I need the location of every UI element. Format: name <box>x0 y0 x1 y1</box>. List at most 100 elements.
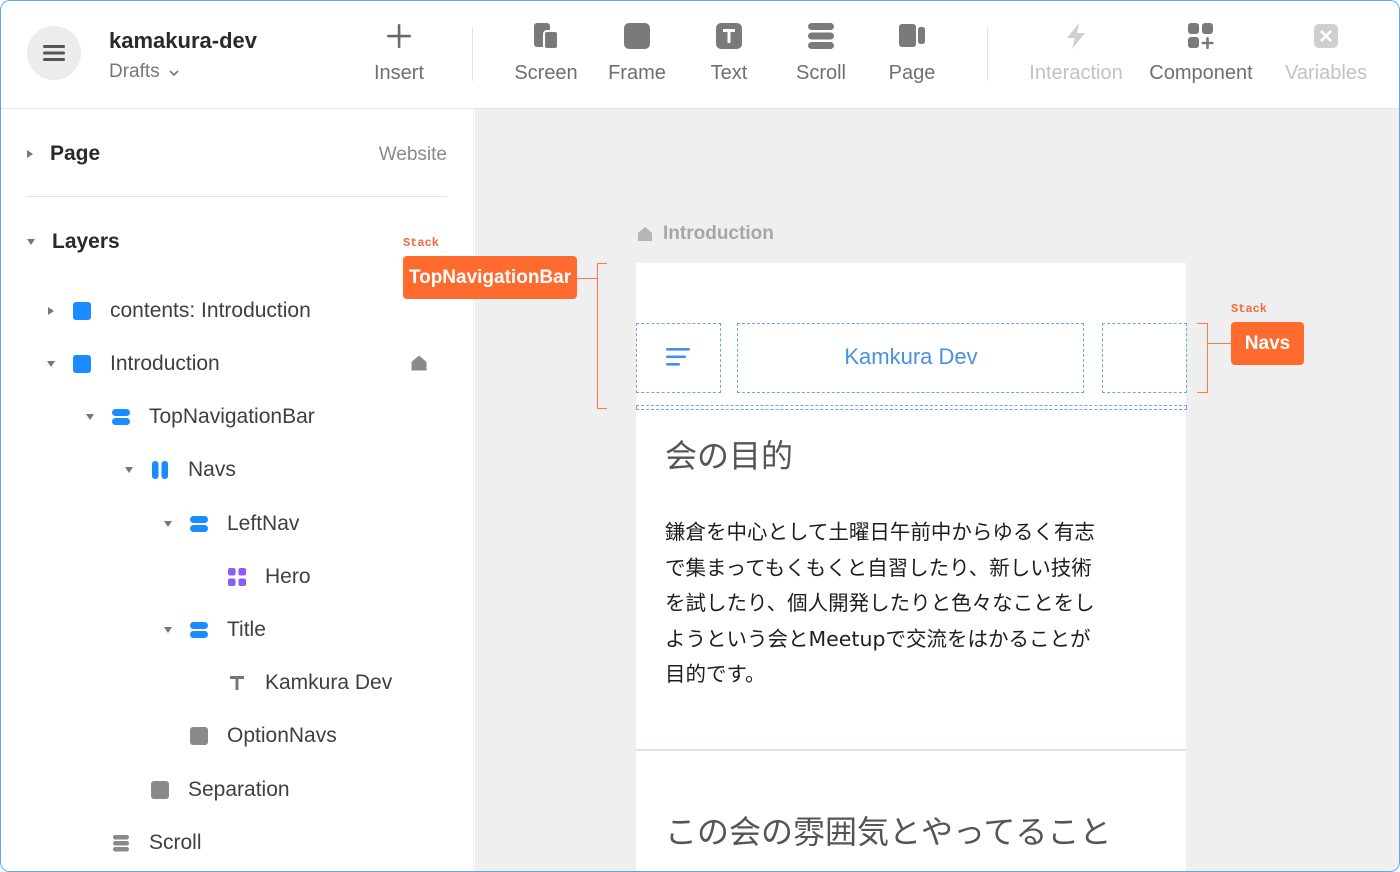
caret-down-icon <box>27 239 35 245</box>
home-icon <box>638 227 652 241</box>
navs-tag-type: Stack <box>1231 302 1268 316</box>
page-tool[interactable]: Page <box>881 15 943 95</box>
layers-section-header[interactable]: Layers <box>27 230 120 254</box>
layer-item-title[interactable]: Title <box>161 610 266 650</box>
scroll-label: Scroll <box>795 62 846 84</box>
variables-tool[interactable]: Variables <box>1280 15 1372 95</box>
screen-title-label: Introduction <box>663 223 774 244</box>
layer-item-kamkura-dev[interactable]: Kamkura Dev <box>199 663 392 703</box>
caret-down-icon <box>125 467 133 473</box>
layer-item-scroll[interactable]: Scroll <box>83 823 202 863</box>
frame-label: Frame <box>608 62 666 84</box>
section-heading-2: この会の雰囲気とやってること <box>665 813 1112 851</box>
project-name: kamakura-dev <box>109 28 257 53</box>
interaction-tool[interactable]: Interaction <box>1023 15 1129 95</box>
layer-item-introduction[interactable]: Introduction <box>44 344 220 384</box>
section-body: 鎌倉を中心として土曜日午前中からゆるく有志 で集まってもくもくと自習したり、新し… <box>665 515 1160 693</box>
layer-item-leftnav[interactable]: LeftNav <box>161 504 299 544</box>
body-line: 鎌倉を中心として土曜日午前中からゆるく有志 <box>665 520 1095 544</box>
sidebar-divider <box>27 196 447 197</box>
stack-icon <box>111 407 131 427</box>
component-label: Component <box>1149 62 1253 84</box>
frame-icon <box>72 354 92 374</box>
topnav-bracket-top <box>597 263 607 264</box>
text-tool[interactable]: Text <box>699 15 759 95</box>
insert-tool[interactable]: Insert <box>361 15 437 95</box>
layer-item-topnavigationbar[interactable]: TopNavigationBar <box>83 397 315 437</box>
body-line: ようという会とMeetupで交流をはかることが <box>665 626 1091 651</box>
separation-box[interactable] <box>636 405 1187 410</box>
columns-icon <box>150 460 170 480</box>
home-icon <box>411 355 427 371</box>
hamburger-icon[interactable] <box>666 347 690 367</box>
frame-tool[interactable]: Frame <box>601 15 673 95</box>
plus-icon <box>384 21 414 51</box>
stack-icon <box>189 620 209 640</box>
caret-down-icon <box>164 521 172 527</box>
navs-connector <box>1208 343 1231 344</box>
interaction-label: Interaction <box>1029 62 1123 84</box>
drafts-label: Drafts <box>109 61 160 82</box>
layer-item-contents-introduction[interactable]: contents: Introduction <box>44 291 311 331</box>
variables-label: Variables <box>1285 62 1367 84</box>
scroll-icon <box>111 833 131 853</box>
layer-item-optionnavs[interactable]: OptionNavs <box>161 716 337 756</box>
text-label: Text <box>710 62 748 84</box>
caret-right-icon <box>27 150 33 158</box>
navs-tag[interactable]: Navs <box>1231 322 1304 365</box>
toolbar-divider <box>987 27 988 81</box>
layer-item-navs[interactable]: Navs <box>122 450 236 490</box>
layer-label: contents: Introduction <box>110 299 311 322</box>
page-section-label: Page <box>50 142 101 165</box>
layer-label: Scroll <box>149 831 202 854</box>
text-icon <box>714 21 744 51</box>
section-heading: 会の目的 <box>665 437 794 475</box>
body-line: を試したり、個人開発したりと色々なことをし <box>665 591 1095 615</box>
bolt-icon <box>1061 21 1091 51</box>
body-line: 目的です。 <box>665 662 766 686</box>
menu-button[interactable] <box>27 26 81 80</box>
navs-bracket <box>1197 323 1208 393</box>
stack-icon <box>189 514 209 534</box>
screen-title[interactable]: Introduction <box>637 223 774 245</box>
topnav-connector <box>577 278 597 279</box>
page-section-value[interactable]: Website <box>331 144 447 166</box>
drafts-dropdown[interactable]: Drafts <box>109 61 180 83</box>
variables-icon <box>1311 21 1341 51</box>
body-line: で集まってもくもくと自習したり、新しい技術 <box>665 555 1092 580</box>
caret-right-icon <box>48 307 54 315</box>
component-tool[interactable]: Component <box>1144 15 1258 95</box>
layer-label: Hero <box>265 565 311 588</box>
screen-label: Screen <box>514 62 578 84</box>
topnav-bracket-bottom <box>597 408 607 409</box>
frame-icon <box>189 726 209 746</box>
caret-down-icon <box>86 414 94 420</box>
layers-section-label: Layers <box>52 230 120 253</box>
layer-label: OptionNavs <box>227 724 337 747</box>
scroll-tool[interactable]: Scroll <box>787 15 855 95</box>
hamburger-icon <box>43 45 65 61</box>
layer-label: Navs <box>188 458 236 481</box>
layer-label: Introduction <box>110 352 220 375</box>
component-icon <box>1186 21 1216 51</box>
optionnavs-box[interactable] <box>1102 323 1187 393</box>
topnav-tag-type: Stack <box>403 236 440 250</box>
layer-label: Title <box>227 618 266 641</box>
layer-label: Separation <box>188 778 290 801</box>
caret-down-icon <box>47 361 55 367</box>
layers-sidebar: Page Website Layers contents: Introducti… <box>1 109 474 871</box>
text-icon <box>227 673 247 693</box>
screen-icon <box>531 21 561 51</box>
layer-item-hero[interactable]: Hero <box>199 557 311 597</box>
layer-label: LeftNav <box>227 512 300 535</box>
layer-item-separation[interactable]: Separation <box>122 770 290 810</box>
insert-label: Insert <box>373 62 425 84</box>
topnav-tag[interactable]: TopNavigationBar <box>403 256 577 299</box>
screen-tool[interactable]: Screen <box>507 15 585 95</box>
page-section-header[interactable]: Page <box>27 142 100 166</box>
topnav-bracket <box>597 263 607 409</box>
frame-icon <box>72 301 92 321</box>
frame-icon <box>150 780 170 800</box>
separator <box>636 749 1186 751</box>
nav-title-text[interactable]: Kamkura Dev <box>738 344 1084 370</box>
